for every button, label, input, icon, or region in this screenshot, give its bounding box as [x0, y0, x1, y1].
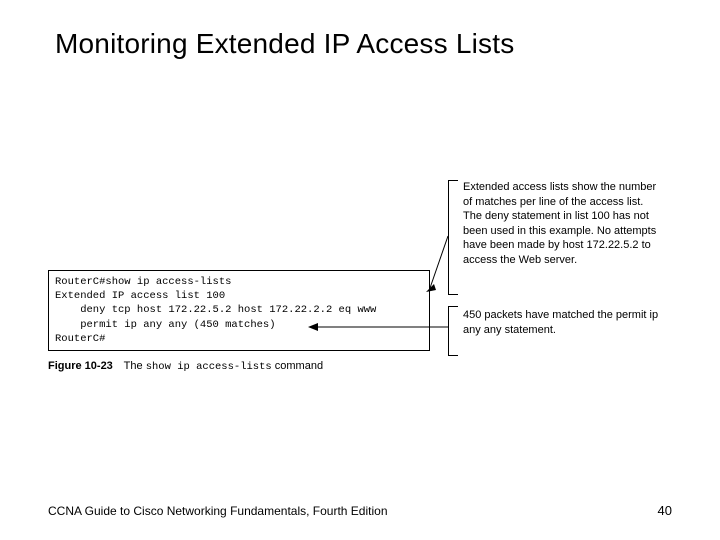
footer-text: CCNA Guide to Cisco Networking Fundament… — [48, 504, 388, 518]
slide-title: Monitoring Extended IP Access Lists — [55, 28, 514, 60]
figure-command: show ip access-lists — [146, 361, 272, 373]
bracket-icon — [448, 306, 458, 356]
terminal-line: Extended IP access list 100 — [55, 289, 423, 303]
figure-text-suffix: command — [272, 360, 323, 372]
terminal-line: RouterC#show ip access-lists — [55, 275, 423, 289]
terminal-line: permit ip any any (450 matches) — [55, 318, 423, 332]
terminal-line: RouterC# — [55, 332, 423, 346]
terminal-output: RouterC#show ip access-lists Extended IP… — [48, 270, 430, 351]
annotation-top: Extended access lists show the number of… — [463, 180, 663, 267]
terminal-line: deny tcp host 172.22.5.2 host 172.22.2.2… — [55, 303, 423, 317]
annotation-bottom: 450 packets have matched the permit ip a… — [463, 308, 663, 337]
figure-number: Figure 10-23 — [48, 360, 113, 372]
content-area: RouterC#show ip access-lists Extended IP… — [48, 178, 672, 438]
page-number: 40 — [658, 503, 672, 518]
figure-caption: Figure 10-23 The show ip access-lists co… — [48, 360, 323, 373]
figure-text-prefix: The — [124, 360, 146, 372]
bracket-icon — [448, 180, 458, 295]
